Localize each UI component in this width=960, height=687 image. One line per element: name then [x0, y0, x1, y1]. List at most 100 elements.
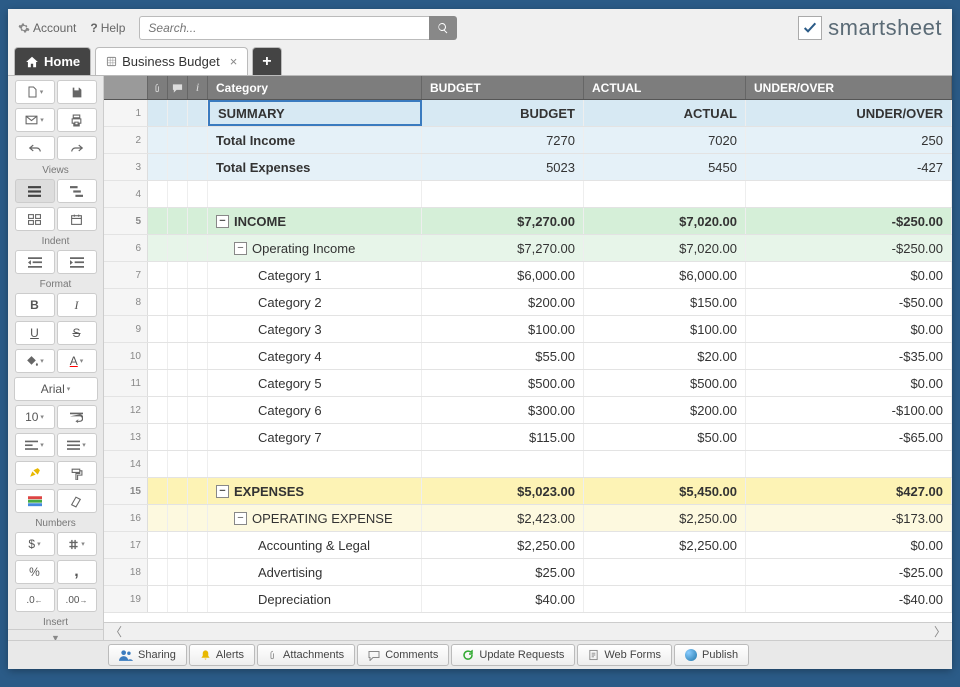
row-number[interactable]: 19 — [104, 586, 148, 612]
row-number[interactable]: 11 — [104, 370, 148, 396]
info-cell[interactable] — [188, 289, 208, 315]
cell-underover[interactable]: UNDER/OVER — [746, 100, 952, 126]
cell-category[interactable]: Advertising — [208, 559, 422, 585]
info-cell[interactable] — [188, 154, 208, 180]
collapse-icon[interactable]: − — [234, 242, 247, 255]
comment-cell[interactable] — [168, 181, 188, 207]
attach-cell[interactable] — [148, 343, 168, 369]
table-row[interactable]: 19Depreciation$40.00-$40.00 — [104, 586, 952, 613]
table-row[interactable]: 5−INCOME$7,270.00$7,020.00-$250.00 — [104, 208, 952, 235]
row-number[interactable]: 18 — [104, 559, 148, 585]
cell-underover[interactable]: -$50.00 — [746, 289, 952, 315]
attach-cell[interactable] — [148, 127, 168, 153]
tab-sheet[interactable]: Business Budget × — [95, 47, 248, 75]
cell-underover[interactable]: $427.00 — [746, 478, 952, 504]
indent-button[interactable] — [57, 250, 97, 274]
search-input[interactable] — [139, 16, 429, 40]
mail-button[interactable]: ▾ — [15, 108, 55, 132]
percent-button[interactable]: % — [15, 560, 55, 584]
search-button[interactable] — [429, 16, 457, 40]
row-number[interactable]: 5 — [104, 208, 148, 234]
comment-cell[interactable] — [168, 505, 188, 531]
cell-budget[interactable]: $2,250.00 — [422, 532, 584, 558]
cell-category[interactable]: −EXPENSES — [208, 478, 422, 504]
web-forms-button[interactable]: Web Forms — [577, 644, 672, 666]
info-cell[interactable] — [188, 262, 208, 288]
comma-button[interactable]: , — [57, 560, 97, 584]
cell-underover[interactable]: -$65.00 — [746, 424, 952, 450]
comment-cell[interactable] — [168, 154, 188, 180]
cell-category[interactable]: Category 7 — [208, 424, 422, 450]
cell-category[interactable]: Total Income — [208, 127, 422, 153]
cell-budget[interactable]: $55.00 — [422, 343, 584, 369]
cell-category[interactable]: Total Expenses — [208, 154, 422, 180]
currency-button[interactable]: $▾ — [15, 532, 55, 556]
table-row[interactable]: 4 — [104, 181, 952, 208]
col-head-actual[interactable]: ACTUAL — [584, 76, 746, 99]
info-cell[interactable] — [188, 235, 208, 261]
tab-close-icon[interactable]: × — [230, 54, 238, 69]
cell-budget[interactable] — [422, 451, 584, 477]
info-cell[interactable] — [188, 127, 208, 153]
table-row[interactable]: 6−Operating Income$7,270.00$7,020.00-$25… — [104, 235, 952, 262]
cell-category[interactable]: Category 2 — [208, 289, 422, 315]
cell-underover[interactable]: -$35.00 — [746, 343, 952, 369]
comment-cell[interactable] — [168, 559, 188, 585]
comment-cell[interactable] — [168, 451, 188, 477]
attach-col-head[interactable] — [148, 76, 168, 99]
cell-actual[interactable] — [584, 181, 746, 207]
outdent-button[interactable] — [15, 250, 55, 274]
attach-cell[interactable] — [148, 478, 168, 504]
cell-budget[interactable]: BUDGET — [422, 100, 584, 126]
attach-cell[interactable] — [148, 154, 168, 180]
attach-cell[interactable] — [148, 559, 168, 585]
col-head-underover[interactable]: UNDER/OVER — [746, 76, 952, 99]
info-cell[interactable] — [188, 100, 208, 126]
row-number[interactable]: 3 — [104, 154, 148, 180]
table-row[interactable]: 17Accounting & Legal$2,250.00$2,250.00$0… — [104, 532, 952, 559]
cell-category[interactable]: Depreciation — [208, 586, 422, 612]
attach-cell[interactable] — [148, 181, 168, 207]
collapse-icon[interactable]: − — [216, 485, 229, 498]
cell-category[interactable]: −OPERATING EXPENSE — [208, 505, 422, 531]
cell-underover[interactable]: -$250.00 — [746, 235, 952, 261]
cell-underover[interactable] — [746, 181, 952, 207]
text-color-button[interactable]: A▾ — [57, 349, 97, 373]
cell-category[interactable] — [208, 181, 422, 207]
cell-budget[interactable]: $200.00 — [422, 289, 584, 315]
table-row[interactable]: 13Category 7$115.00$50.00-$65.00 — [104, 424, 952, 451]
comment-cell[interactable] — [168, 127, 188, 153]
comment-cell[interactable] — [168, 100, 188, 126]
attachments-button[interactable]: Attachments — [257, 644, 355, 666]
info-cell[interactable] — [188, 397, 208, 423]
row-number[interactable]: 8 — [104, 289, 148, 315]
cell-budget[interactable]: 7270 — [422, 127, 584, 153]
table-row[interactable]: 18Advertising$25.00-$25.00 — [104, 559, 952, 586]
comment-cell[interactable] — [168, 586, 188, 612]
info-cell[interactable] — [188, 478, 208, 504]
cell-actual[interactable]: $500.00 — [584, 370, 746, 396]
cell-actual[interactable]: $7,020.00 — [584, 235, 746, 261]
cell-underover[interactable] — [746, 451, 952, 477]
help-link[interactable]: ? Help — [90, 21, 125, 35]
update-requests-button[interactable]: Update Requests — [451, 644, 575, 666]
cell-underover[interactable]: -427 — [746, 154, 952, 180]
dec-dec-button[interactable]: .00→ — [57, 588, 97, 612]
row-number[interactable]: 16 — [104, 505, 148, 531]
table-row[interactable]: 16−OPERATING EXPENSE$2,423.00$2,250.00-$… — [104, 505, 952, 532]
calendar-view-button[interactable] — [57, 207, 97, 231]
print-button[interactable] — [57, 108, 97, 132]
cell-underover[interactable]: -$40.00 — [746, 586, 952, 612]
cell-category[interactable]: Category 1 — [208, 262, 422, 288]
bold-button[interactable]: B — [15, 293, 55, 317]
cell-category[interactable]: Accounting & Legal — [208, 532, 422, 558]
info-col-head[interactable]: i — [188, 76, 208, 99]
attach-cell[interactable] — [148, 235, 168, 261]
table-row[interactable]: 7Category 1$6,000.00$6,000.00$0.00 — [104, 262, 952, 289]
cell-actual[interactable]: $6,000.00 — [584, 262, 746, 288]
info-cell[interactable] — [188, 343, 208, 369]
comment-cell[interactable] — [168, 208, 188, 234]
attach-cell[interactable] — [148, 289, 168, 315]
sharing-button[interactable]: Sharing — [108, 644, 187, 666]
font-select[interactable]: Arial▾ — [14, 377, 98, 401]
